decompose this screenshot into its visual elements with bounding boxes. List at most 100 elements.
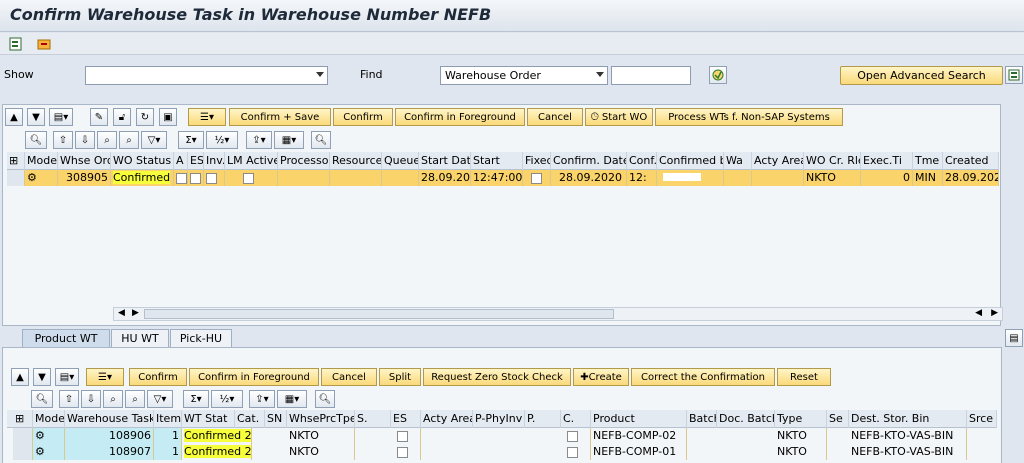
- es-cell[interactable]: [188, 170, 204, 186]
- info-icon[interactable]: 🔍︎: [315, 390, 335, 408]
- col-wt-stat[interactable]: WT Stat: [182, 410, 235, 428]
- col-product[interactable]: Product: [591, 410, 687, 428]
- scroll-right-icon[interactable]: ▶: [132, 308, 139, 318]
- subtotal-icon[interactable]: ½▾: [206, 131, 238, 149]
- confirm-foreground-button[interactable]: Confirm in Foreground: [189, 368, 319, 386]
- col-processor[interactable]: Processor: [278, 152, 330, 170]
- col-wo-cr-rle[interactable]: WO Cr. Rle: [804, 152, 861, 170]
- split-button[interactable]: Split: [379, 368, 421, 386]
- fixed-cell[interactable]: [523, 170, 551, 186]
- find-next-icon[interactable]: ⌕: [125, 390, 145, 408]
- es-cell[interactable]: [391, 428, 421, 444]
- scroll-thumb[interactable]: [144, 309, 614, 319]
- open-advanced-search-button[interactable]: Open Advanced Search: [840, 66, 1003, 85]
- cancel-button[interactable]: Cancel: [321, 368, 377, 386]
- subtotal-icon[interactable]: ½▾: [211, 390, 243, 408]
- confirm-save-button[interactable]: Confirm + Save: [229, 108, 331, 126]
- col-start-date[interactable]: Start Date: [419, 152, 471, 170]
- tab-product-wt[interactable]: Product WT: [22, 329, 110, 347]
- find-icon[interactable]: ⌕: [97, 131, 117, 149]
- layout-settings-button[interactable]: ▤: [1005, 329, 1023, 347]
- col-s[interactable]: S.: [355, 410, 391, 428]
- find-next-icon[interactable]: ⌕: [119, 131, 139, 149]
- layout-icon[interactable]: ▤▾: [55, 368, 79, 386]
- process-wts-button[interactable]: Process WTs f. Non-SAP Systems: [655, 108, 843, 126]
- col-created[interactable]: Created: [943, 152, 999, 170]
- execute-find-button[interactable]: [709, 66, 727, 84]
- menu-icon[interactable]: ☰▾: [86, 368, 124, 386]
- col-acty-area[interactable]: Acty Area: [421, 410, 473, 428]
- layout-icon[interactable]: ▤▾: [49, 108, 73, 126]
- select-all-icon[interactable]: ⊞: [13, 410, 33, 428]
- sort-ascending-icon[interactable]: ⇧: [53, 131, 73, 149]
- table-row[interactable]: ⚙ 108907 1 Confirmed 2 NKTO NEFB-COMP-01…: [7, 444, 997, 460]
- create-button[interactable]: ✚ Create: [573, 368, 629, 386]
- col-wa[interactable]: Wa: [724, 152, 752, 170]
- checkbox[interactable]: [567, 430, 578, 442]
- info-icon[interactable]: 🔍︎: [311, 131, 331, 149]
- col-se[interactable]: Se: [827, 410, 849, 428]
- show-dropdown[interactable]: [85, 66, 328, 85]
- col-a[interactable]: A: [174, 152, 188, 170]
- col-resource[interactable]: Resource: [330, 152, 382, 170]
- col-exec-ti[interactable]: Exec.Ti: [861, 152, 913, 170]
- checkbox[interactable]: [206, 172, 217, 184]
- col-whse-ord[interactable]: Whse Ord: [58, 152, 111, 170]
- display-change-icon[interactable]: [8, 36, 24, 52]
- scroll-up-icon[interactable]: ▲: [11, 368, 29, 386]
- start-wo-button[interactable]: 🕒︎ Start WO: [585, 108, 653, 126]
- col-lm-active[interactable]: LM Active: [225, 152, 278, 170]
- checkbox[interactable]: [397, 446, 408, 458]
- select-all-icon[interactable]: ⊞: [7, 152, 25, 170]
- es-cell[interactable]: [391, 444, 421, 460]
- col-mode[interactable]: Mode: [33, 410, 65, 428]
- layout-select-icon[interactable]: ▦▾: [274, 131, 304, 149]
- scroll-left-icon[interactable]: ◀: [118, 308, 125, 318]
- refresh-icon[interactable]: ↻: [136, 108, 154, 126]
- col-sn[interactable]: SN: [265, 410, 287, 428]
- menu-icon[interactable]: ☰▾: [188, 108, 226, 126]
- confirm-foreground-button[interactable]: Confirm in Foreground: [395, 108, 525, 126]
- find-input[interactable]: [611, 66, 691, 85]
- confirm-button[interactable]: Confirm: [333, 108, 393, 126]
- col-inv[interactable]: Inv.: [204, 152, 225, 170]
- col-cat[interactable]: Cat.: [235, 410, 265, 428]
- c-cell[interactable]: [561, 428, 591, 444]
- sort-descending-icon[interactable]: ⇩: [81, 390, 101, 408]
- find-icon[interactable]: ⌕: [103, 390, 123, 408]
- request-zero-stock-button[interactable]: Request Zero Stock Check: [423, 368, 571, 386]
- col-p-phyinv[interactable]: P-PhyInv: [473, 410, 525, 428]
- sort-ascending-icon[interactable]: ⇧: [59, 390, 79, 408]
- col-fixed[interactable]: Fixed: [523, 152, 551, 170]
- checkbox[interactable]: [190, 172, 201, 184]
- checkbox[interactable]: [397, 430, 408, 442]
- horizontal-scrollbar[interactable]: ◀ ▶ ◀ ▶: [113, 307, 1003, 321]
- table-row[interactable]: ⚙ 108906 1 Confirmed 2 NKTO NEFB-COMP-02…: [7, 428, 997, 444]
- col-dest-stor-bin[interactable]: Dest. Stor. Bin: [849, 410, 967, 428]
- row-selector[interactable]: [13, 428, 33, 444]
- col-c[interactable]: C.: [561, 410, 591, 428]
- tab-pick-hu[interactable]: Pick-HU: [170, 329, 232, 347]
- refresh-icon[interactable]: [36, 36, 52, 52]
- col-conf[interactable]: Conf.: [627, 152, 657, 170]
- sum-icon[interactable]: Σ▾: [178, 131, 204, 149]
- save-icon[interactable]: ▣: [159, 108, 177, 126]
- col-es[interactable]: ES: [188, 152, 204, 170]
- checkbox[interactable]: [243, 172, 254, 184]
- details-icon[interactable]: 🔍︎: [31, 390, 53, 408]
- unlock-icon[interactable]: 🔓︎: [113, 108, 131, 126]
- checkbox[interactable]: [567, 446, 578, 458]
- tab-hu-wt[interactable]: HU WT: [111, 329, 169, 347]
- export-icon[interactable]: ⇪▾: [249, 390, 275, 408]
- checkbox[interactable]: [176, 172, 187, 184]
- scroll-right-end-icon[interactable]: ▶: [991, 308, 998, 318]
- col-batch[interactable]: Batch: [687, 410, 717, 428]
- col-queue[interactable]: Queue: [382, 152, 419, 170]
- scroll-down-icon[interactable]: ▼: [27, 108, 45, 126]
- filter-icon[interactable]: ▽▾: [147, 390, 173, 408]
- find-dropdown[interactable]: Warehouse Order: [440, 66, 608, 85]
- sum-icon[interactable]: Σ▾: [183, 390, 209, 408]
- col-confirm-date[interactable]: Confirm. Date: [551, 152, 627, 170]
- inv-cell[interactable]: [204, 170, 225, 186]
- col-tme[interactable]: Tme: [913, 152, 943, 170]
